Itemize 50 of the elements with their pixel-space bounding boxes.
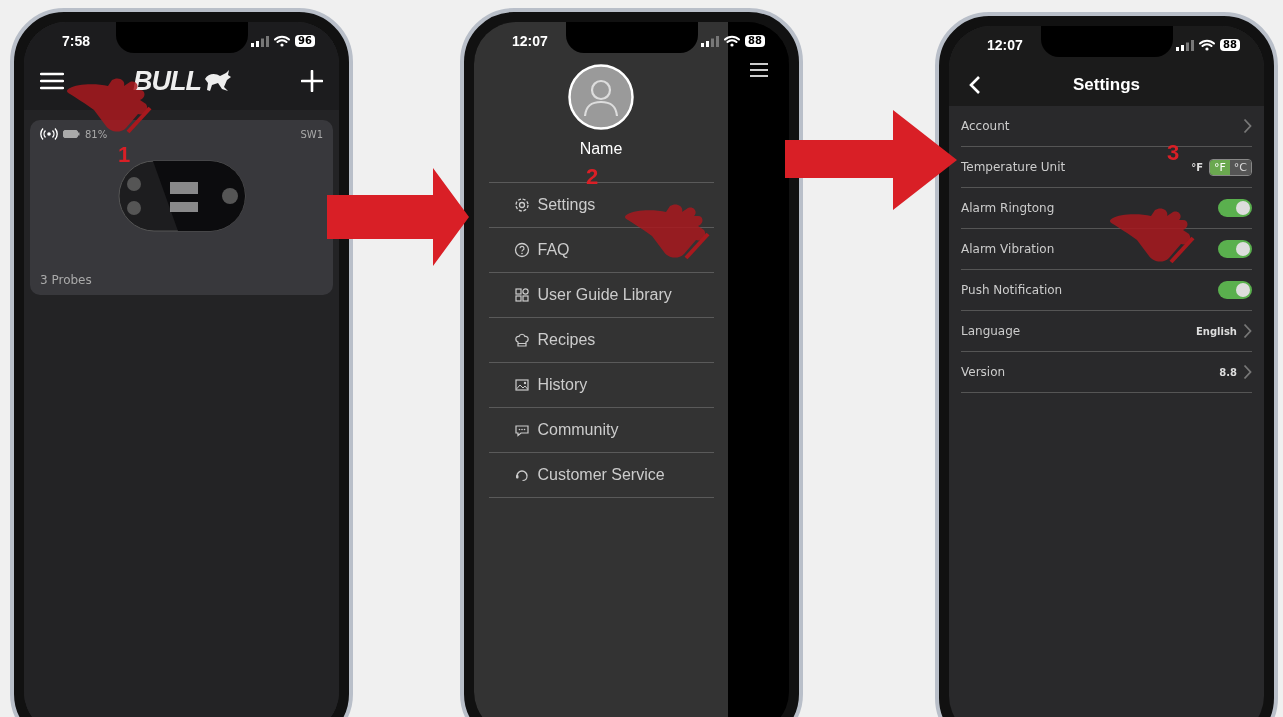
menu-item-icon (513, 197, 530, 213)
step-number: 1 (118, 142, 131, 168)
menu-item-icon (513, 332, 530, 348)
status-time: 12:07 (987, 37, 1023, 53)
avatar-icon (568, 64, 634, 130)
chevron-right-icon (1243, 323, 1252, 339)
battery-level: 88 (745, 35, 765, 47)
wifi-icon (274, 35, 291, 47)
screen-title: Settings (1071, 75, 1142, 95)
status-time: 7:58 (62, 33, 91, 49)
chevron-right-icon (1243, 364, 1252, 380)
toggle-switch[interactable] (1218, 199, 1252, 217)
menu-item-icon (513, 467, 530, 483)
menu-item[interactable]: History (488, 363, 714, 408)
battery-level: 88 (1220, 39, 1240, 51)
setting-value: °F (1191, 161, 1203, 173)
battery-percent: 81% (85, 128, 108, 140)
signal-icon (251, 35, 270, 47)
menu-item[interactable]: Recipes (488, 318, 714, 363)
broadcast-icon (40, 128, 58, 140)
menu-item-icon (513, 422, 530, 438)
menu-item-icon (513, 377, 530, 393)
toggle-switch[interactable] (1218, 281, 1252, 299)
menu-item-icon (513, 242, 530, 258)
chevron-right-icon (1243, 118, 1252, 134)
device-name: SW1 (300, 128, 323, 140)
brand-logo: BULL (133, 65, 201, 97)
signal-icon (1176, 39, 1195, 51)
profile-name: Name (579, 140, 623, 158)
menu-icon[interactable] (748, 62, 769, 78)
wifi-icon (1199, 39, 1216, 51)
battery-icon (63, 130, 80, 138)
menu-item[interactable]: Customer Service (488, 453, 714, 498)
plus-icon[interactable] (301, 70, 323, 92)
toggle-switch[interactable] (1218, 240, 1252, 258)
status-time: 12:07 (512, 33, 548, 49)
battery-level: 96 (295, 35, 315, 47)
probe-count: 3 Probes (40, 273, 93, 287)
setting-value: English (1195, 325, 1237, 337)
menu-item[interactable]: User Guide Library (488, 273, 714, 318)
signal-icon (701, 35, 720, 47)
menu-item-icon (513, 287, 530, 303)
menu-item[interactable]: Community (488, 408, 714, 453)
settings-row[interactable]: Version 8.8 (961, 352, 1252, 393)
setting-value: 8.8 (1219, 366, 1237, 378)
wifi-icon (724, 35, 741, 47)
back-icon[interactable] (969, 75, 981, 95)
unit-option[interactable]: °C (1229, 159, 1251, 175)
settings-row[interactable]: Language English (961, 311, 1252, 352)
settings-row: Push Notification (961, 270, 1252, 311)
